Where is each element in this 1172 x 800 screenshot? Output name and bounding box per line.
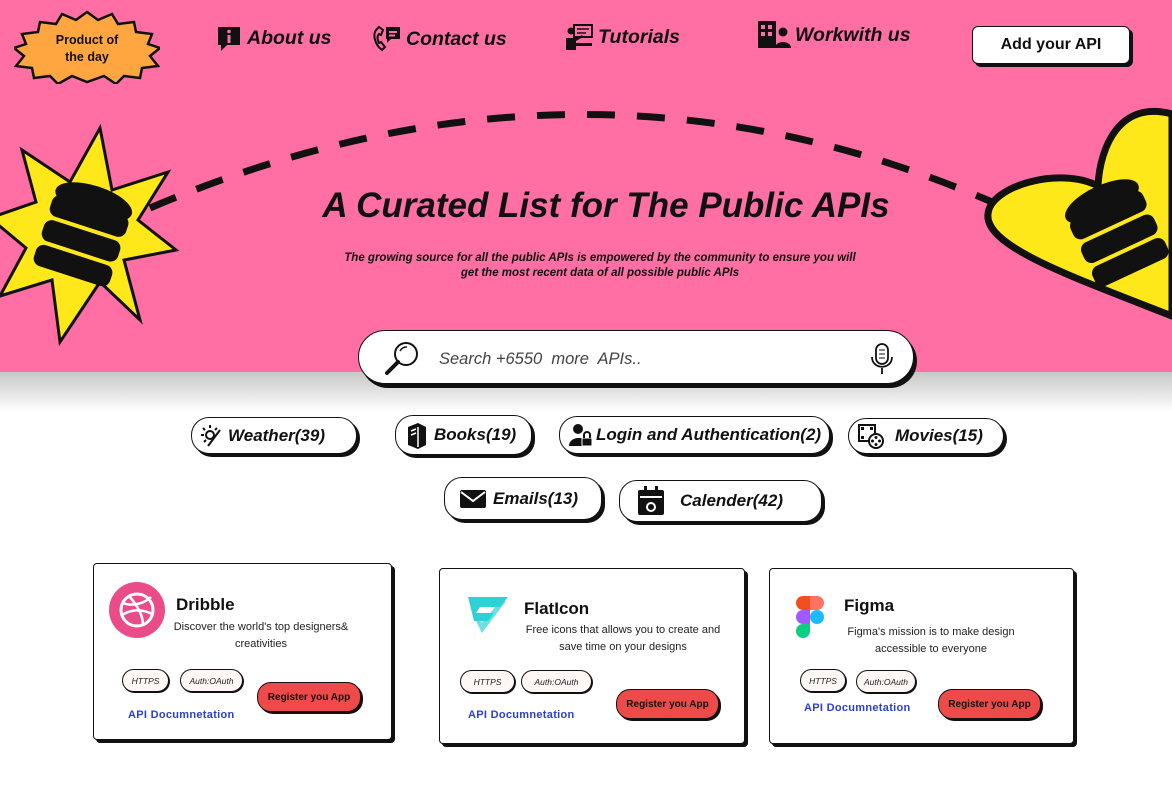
magnifier-icon[interactable] [383, 339, 421, 377]
card-description-line-2: save time on your designs [559, 641, 687, 653]
nav-work-with-us-label: Workwith us [795, 23, 911, 46]
api-documentation-link[interactable]: API Documnetation [128, 709, 235, 721]
card-description: Free icons that allows you to create and… [516, 622, 730, 656]
envelope-icon [460, 489, 486, 508]
building-person-icon [758, 21, 791, 48]
card-description: Figma's mission is to make design access… [836, 624, 1026, 658]
category-chip-calender[interactable]: Calender(42) [619, 480, 822, 522]
nav-contact-us-label: Contact us [406, 27, 507, 50]
card-title: Figma [844, 596, 895, 615]
api-card-dribble[interactable]: Dribble Discover the world's top designe… [93, 563, 392, 740]
category-label: Movies(15) [895, 426, 983, 445]
category-chip-weather[interactable]: Weather(39) [191, 417, 357, 454]
dribbble-logo-icon [109, 582, 165, 638]
badge-line-2: the day [65, 50, 109, 64]
weather-icon [201, 424, 221, 447]
tag-https: HTTPS [122, 669, 169, 692]
search-bar[interactable] [358, 330, 914, 384]
hero-banner: Product of the day About us Contact us T… [0, 0, 1172, 372]
tag-https: HTTPS [460, 670, 515, 693]
api-card-flaticon[interactable]: FlatIcon Free icons that allows you to c… [439, 568, 745, 744]
api-card-figma[interactable]: Figma Figma's mission is to make design … [769, 568, 1074, 744]
add-your-api-button[interactable]: Add your API [972, 26, 1130, 64]
search-input[interactable] [437, 345, 841, 373]
nav-about-us-label: About us [247, 26, 332, 49]
category-label: Weather(39) [228, 425, 325, 445]
register-app-button[interactable]: Register you App [616, 689, 719, 719]
product-of-day-badge[interactable]: Product of the day [14, 10, 160, 84]
page-title: A Curated List for The Public APIs [322, 186, 890, 225]
category-chip-emails[interactable]: Emails(13) [444, 477, 602, 520]
card-description-line-1: Free icons that allows you to create and [525, 624, 721, 636]
api-documentation-link[interactable]: API Documnetation [468, 709, 575, 721]
card-description-line-1: Discover the world's top designers& [173, 621, 349, 633]
nav-work-with-us[interactable]: Workwith us [757, 20, 911, 50]
category-label: Login and Authentication(2) [596, 425, 822, 444]
figma-logo-icon [796, 596, 824, 638]
nav-tutorials-label: Tutorials [598, 25, 680, 48]
card-title: Dribble [176, 595, 235, 614]
info-icon [218, 27, 240, 51]
card-description-line-2: accessible to everyone [875, 643, 987, 655]
tag-auth: Auth:OAuth [856, 670, 916, 693]
phone-chat-icon [373, 25, 400, 52]
movie-reel-icon [858, 424, 884, 449]
user-lock-icon [569, 424, 592, 447]
card-description-line-1: Figma's mission is to make design [847, 626, 1015, 638]
database-star-icon [0, 123, 180, 347]
tag-https: HTTPS [800, 669, 846, 692]
subtitle-line-1: The growing source for all the public AP… [344, 252, 856, 264]
api-documentation-link[interactable]: API Documnetation [804, 702, 911, 714]
nav-about-us[interactable]: About us [215, 24, 331, 52]
tag-auth: Auth:OAuth [180, 669, 243, 692]
page-subtitle: The growing source for all the public AP… [320, 251, 880, 281]
subtitle-line-2: get the most recent data of all possible… [460, 267, 740, 279]
calendar-icon [638, 486, 664, 515]
card-title: FlatIcon [524, 599, 590, 618]
category-label: Emails(13) [493, 488, 579, 508]
register-app-button[interactable]: Register you App [257, 682, 361, 712]
flaticon-logo-icon [468, 597, 508, 633]
books-icon [408, 423, 426, 449]
badge-line-1: Product of [55, 33, 119, 47]
category-chip-books[interactable]: Books(19) [395, 415, 532, 455]
card-description-line-2: creativities [235, 638, 287, 650]
microphone-icon[interactable] [867, 342, 897, 376]
category-chip-login-authentication[interactable]: Login and Authentication(2) [559, 416, 830, 454]
category-chip-movies[interactable]: Movies(15) [848, 418, 1004, 454]
teaching-icon [566, 24, 593, 50]
nav-contact-us[interactable]: Contact us [370, 24, 507, 54]
card-description: Discover the world's top designers& crea… [164, 619, 358, 653]
category-label: Books(19) [434, 425, 517, 444]
nav-tutorials[interactable]: Tutorials [564, 22, 680, 52]
tag-auth: Auth:OAuth [521, 670, 592, 693]
category-label: Calender(42) [680, 491, 783, 510]
register-app-button[interactable]: Register you App [938, 689, 1041, 719]
